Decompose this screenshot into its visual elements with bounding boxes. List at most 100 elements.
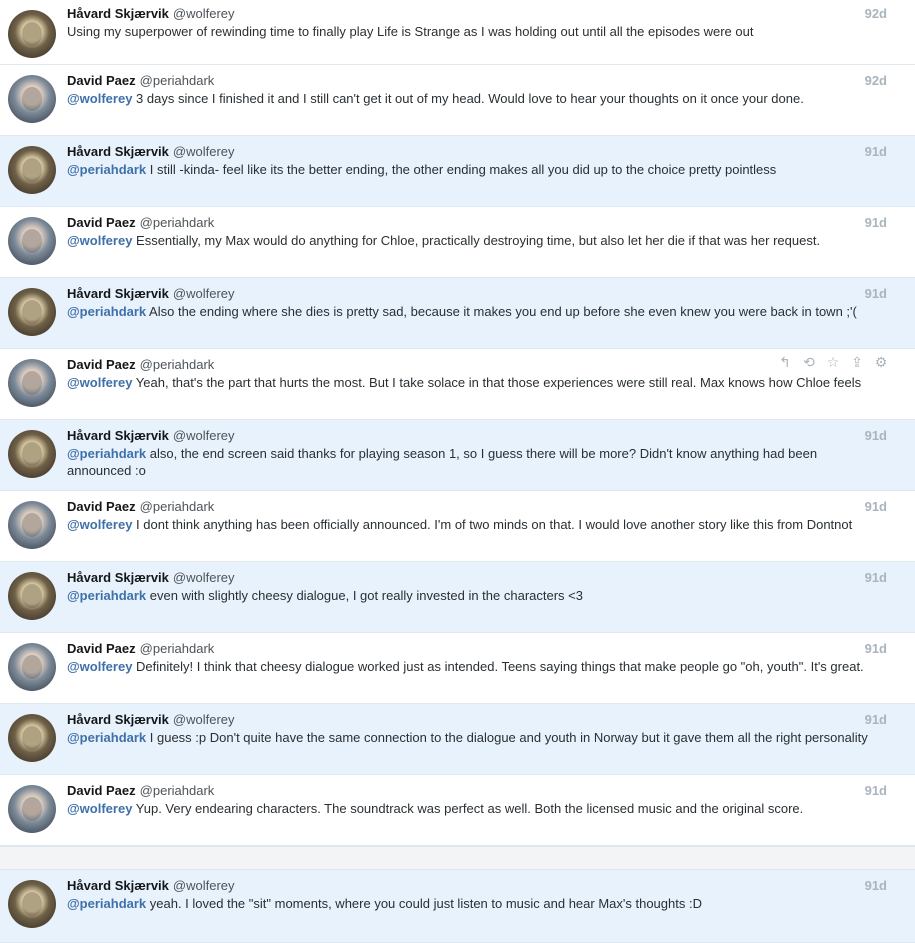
tweet-header: Håvard Skjærvik @wolferey bbox=[67, 428, 235, 444]
user-name[interactable]: David Paez bbox=[67, 641, 136, 656]
timestamp[interactable]: 91d bbox=[865, 783, 887, 799]
timestamp[interactable]: 91d bbox=[865, 215, 887, 231]
avatar[interactable] bbox=[8, 643, 56, 691]
user-handle[interactable]: @wolferey bbox=[173, 878, 235, 893]
mention-link[interactable]: @wolferey bbox=[67, 91, 132, 106]
tweet-item[interactable]: David Paez @periahdark 92d @wolferey 3 da… bbox=[0, 65, 915, 136]
mention-link[interactable]: @wolferey bbox=[67, 375, 132, 390]
tweet-item[interactable]: Håvard Skjærvik @wolferey 91d @periahdark… bbox=[0, 562, 915, 633]
timestamp[interactable]: 91d bbox=[865, 712, 887, 728]
tweet-text: @wolferey 3 days since I finished it and… bbox=[67, 90, 877, 107]
mention-link[interactable]: @wolferey bbox=[67, 659, 132, 674]
conversation-gap[interactable] bbox=[0, 846, 915, 870]
share-icon[interactable]: ⇪ bbox=[849, 354, 865, 370]
tweet-text: @periahdark also, the end screen said th… bbox=[67, 445, 877, 479]
timestamp[interactable]: 91d bbox=[865, 428, 887, 444]
user-name[interactable]: Håvard Skjærvik bbox=[67, 144, 169, 159]
avatar[interactable] bbox=[8, 10, 56, 58]
user-handle[interactable]: @wolferey bbox=[173, 144, 235, 159]
user-name[interactable]: David Paez bbox=[67, 73, 136, 88]
timestamp[interactable]: 91d bbox=[865, 144, 887, 160]
timestamp[interactable]: 91d bbox=[865, 641, 887, 657]
user-handle[interactable]: @periahdark bbox=[140, 783, 215, 798]
tweet-text: @periahdark even with slightly cheesy di… bbox=[67, 587, 877, 604]
timestamp[interactable]: 92d bbox=[865, 73, 887, 89]
user-name[interactable]: David Paez bbox=[67, 783, 136, 798]
timestamp[interactable]: 91d bbox=[865, 499, 887, 515]
avatar[interactable] bbox=[8, 714, 56, 762]
tweet-item[interactable]: Håvard Skjærvik @wolferey 91d @periahdark… bbox=[0, 278, 915, 349]
tweet-text: @wolferey Yup. Very endearing characters… bbox=[67, 800, 877, 817]
tweet-item[interactable]: Håvard Skjærvik @wolferey 91d @periahdark… bbox=[0, 870, 915, 943]
mention-link[interactable]: @periahdark bbox=[67, 304, 146, 319]
mention-link[interactable]: @periahdark bbox=[67, 730, 146, 745]
user-name[interactable]: David Paez bbox=[67, 499, 136, 514]
avatar[interactable] bbox=[8, 288, 56, 336]
tweet-text: @periahdark I guess :p Don't quite have … bbox=[67, 729, 877, 746]
timestamp[interactable]: 91d bbox=[865, 286, 887, 302]
user-name[interactable]: Håvard Skjærvik bbox=[67, 712, 169, 727]
tweet-item[interactable]: David Paez @periahdark 91d @wolferey Esse… bbox=[0, 207, 915, 278]
tweet-header: Håvard Skjærvik @wolferey bbox=[67, 570, 235, 586]
mention-link[interactable]: @periahdark bbox=[67, 446, 146, 461]
avatar[interactable] bbox=[8, 572, 56, 620]
tweet-item[interactable]: David Paez @periahdark 91d @wolferey Defi… bbox=[0, 633, 915, 704]
tweet-item[interactable]: Håvard Skjærvik @wolferey 91d @periahdark… bbox=[0, 704, 915, 775]
tweet-header: Håvard Skjærvik @wolferey bbox=[67, 878, 235, 894]
user-handle[interactable]: @periahdark bbox=[140, 641, 215, 656]
user-name[interactable]: Håvard Skjærvik bbox=[67, 428, 169, 443]
avatar[interactable] bbox=[8, 501, 56, 549]
user-handle[interactable]: @wolferey bbox=[173, 428, 235, 443]
favorite-icon[interactable]: ☆ bbox=[825, 354, 841, 370]
tweet-item[interactable]: Håvard Skjærvik @wolferey 91d @periahdark… bbox=[0, 420, 915, 491]
user-name[interactable]: David Paez bbox=[67, 215, 136, 230]
tweet-item[interactable]: David Paez @periahdark 91d @wolferey Yup.… bbox=[0, 775, 915, 846]
mention-link[interactable]: @wolferey bbox=[67, 233, 132, 248]
mention-link[interactable]: @periahdark bbox=[67, 896, 146, 911]
user-name[interactable]: Håvard Skjærvik bbox=[67, 878, 169, 893]
tweet-item[interactable]: Håvard Skjærvik @wolferey 91d @periahdark… bbox=[0, 136, 915, 207]
timestamp[interactable]: 91d bbox=[865, 878, 887, 894]
timestamp[interactable]: 91d bbox=[865, 570, 887, 586]
avatar[interactable] bbox=[8, 217, 56, 265]
user-name[interactable]: Håvard Skjærvik bbox=[67, 570, 169, 585]
reply-icon[interactable]: ↰ bbox=[777, 354, 793, 370]
tweet-actions: ↰ ⟲ ☆ ⇪ ⚙ bbox=[777, 354, 889, 370]
avatar[interactable] bbox=[8, 430, 56, 478]
avatar[interactable] bbox=[8, 146, 56, 194]
tweet-item[interactable]: David Paez @periahdark ↰ ⟲ ☆ ⇪ ⚙ @wolfere… bbox=[0, 349, 915, 420]
user-handle[interactable]: @wolferey bbox=[173, 6, 235, 21]
retweet-icon[interactable]: ⟲ bbox=[801, 354, 817, 370]
tweet-header: David Paez @periahdark bbox=[67, 215, 214, 231]
tweet-item[interactable]: David Paez @periahdark 91d @wolferey I do… bbox=[0, 491, 915, 562]
tweet-item[interactable]: Håvard Skjærvik @wolferey 92d Using my su… bbox=[0, 0, 915, 65]
user-handle[interactable]: @periahdark bbox=[140, 357, 215, 372]
avatar[interactable] bbox=[8, 359, 56, 407]
tweet-body: I dont think anything has been officiall… bbox=[132, 517, 853, 532]
tweet-text: @wolferey Definitely! I think that chees… bbox=[67, 658, 877, 675]
mention-link[interactable]: @wolferey bbox=[67, 517, 132, 532]
user-name[interactable]: David Paez bbox=[67, 357, 136, 372]
tweet-body: Definitely! I think that cheesy dialogue… bbox=[132, 659, 864, 674]
tweet-text: @periahdark yeah. I loved the "sit" mome… bbox=[67, 895, 877, 912]
avatar[interactable] bbox=[8, 880, 56, 928]
timestamp[interactable]: 92d bbox=[865, 6, 887, 22]
mention-link[interactable]: @periahdark bbox=[67, 588, 146, 603]
avatar[interactable] bbox=[8, 75, 56, 123]
user-handle[interactable]: @wolferey bbox=[173, 286, 235, 301]
mention-link[interactable]: @periahdark bbox=[67, 162, 146, 177]
avatar[interactable] bbox=[8, 785, 56, 833]
user-handle[interactable]: @wolferey bbox=[173, 712, 235, 727]
user-handle[interactable]: @periahdark bbox=[140, 215, 215, 230]
user-handle[interactable]: @wolferey bbox=[173, 570, 235, 585]
tweet-body: yeah. I loved the "sit" moments, where y… bbox=[146, 896, 702, 911]
user-name[interactable]: Håvard Skjærvik bbox=[67, 6, 169, 21]
user-handle[interactable]: @periahdark bbox=[140, 499, 215, 514]
tweet-body: Also the ending where she dies is pretty… bbox=[146, 304, 857, 319]
mention-link[interactable]: @wolferey bbox=[67, 801, 132, 816]
tweet-header: David Paez @periahdark bbox=[67, 499, 214, 515]
settings-gear-icon[interactable]: ⚙ bbox=[873, 354, 889, 370]
user-handle[interactable]: @periahdark bbox=[140, 73, 215, 88]
user-name[interactable]: Håvard Skjærvik bbox=[67, 286, 169, 301]
tweet-header: David Paez @periahdark bbox=[67, 641, 214, 657]
